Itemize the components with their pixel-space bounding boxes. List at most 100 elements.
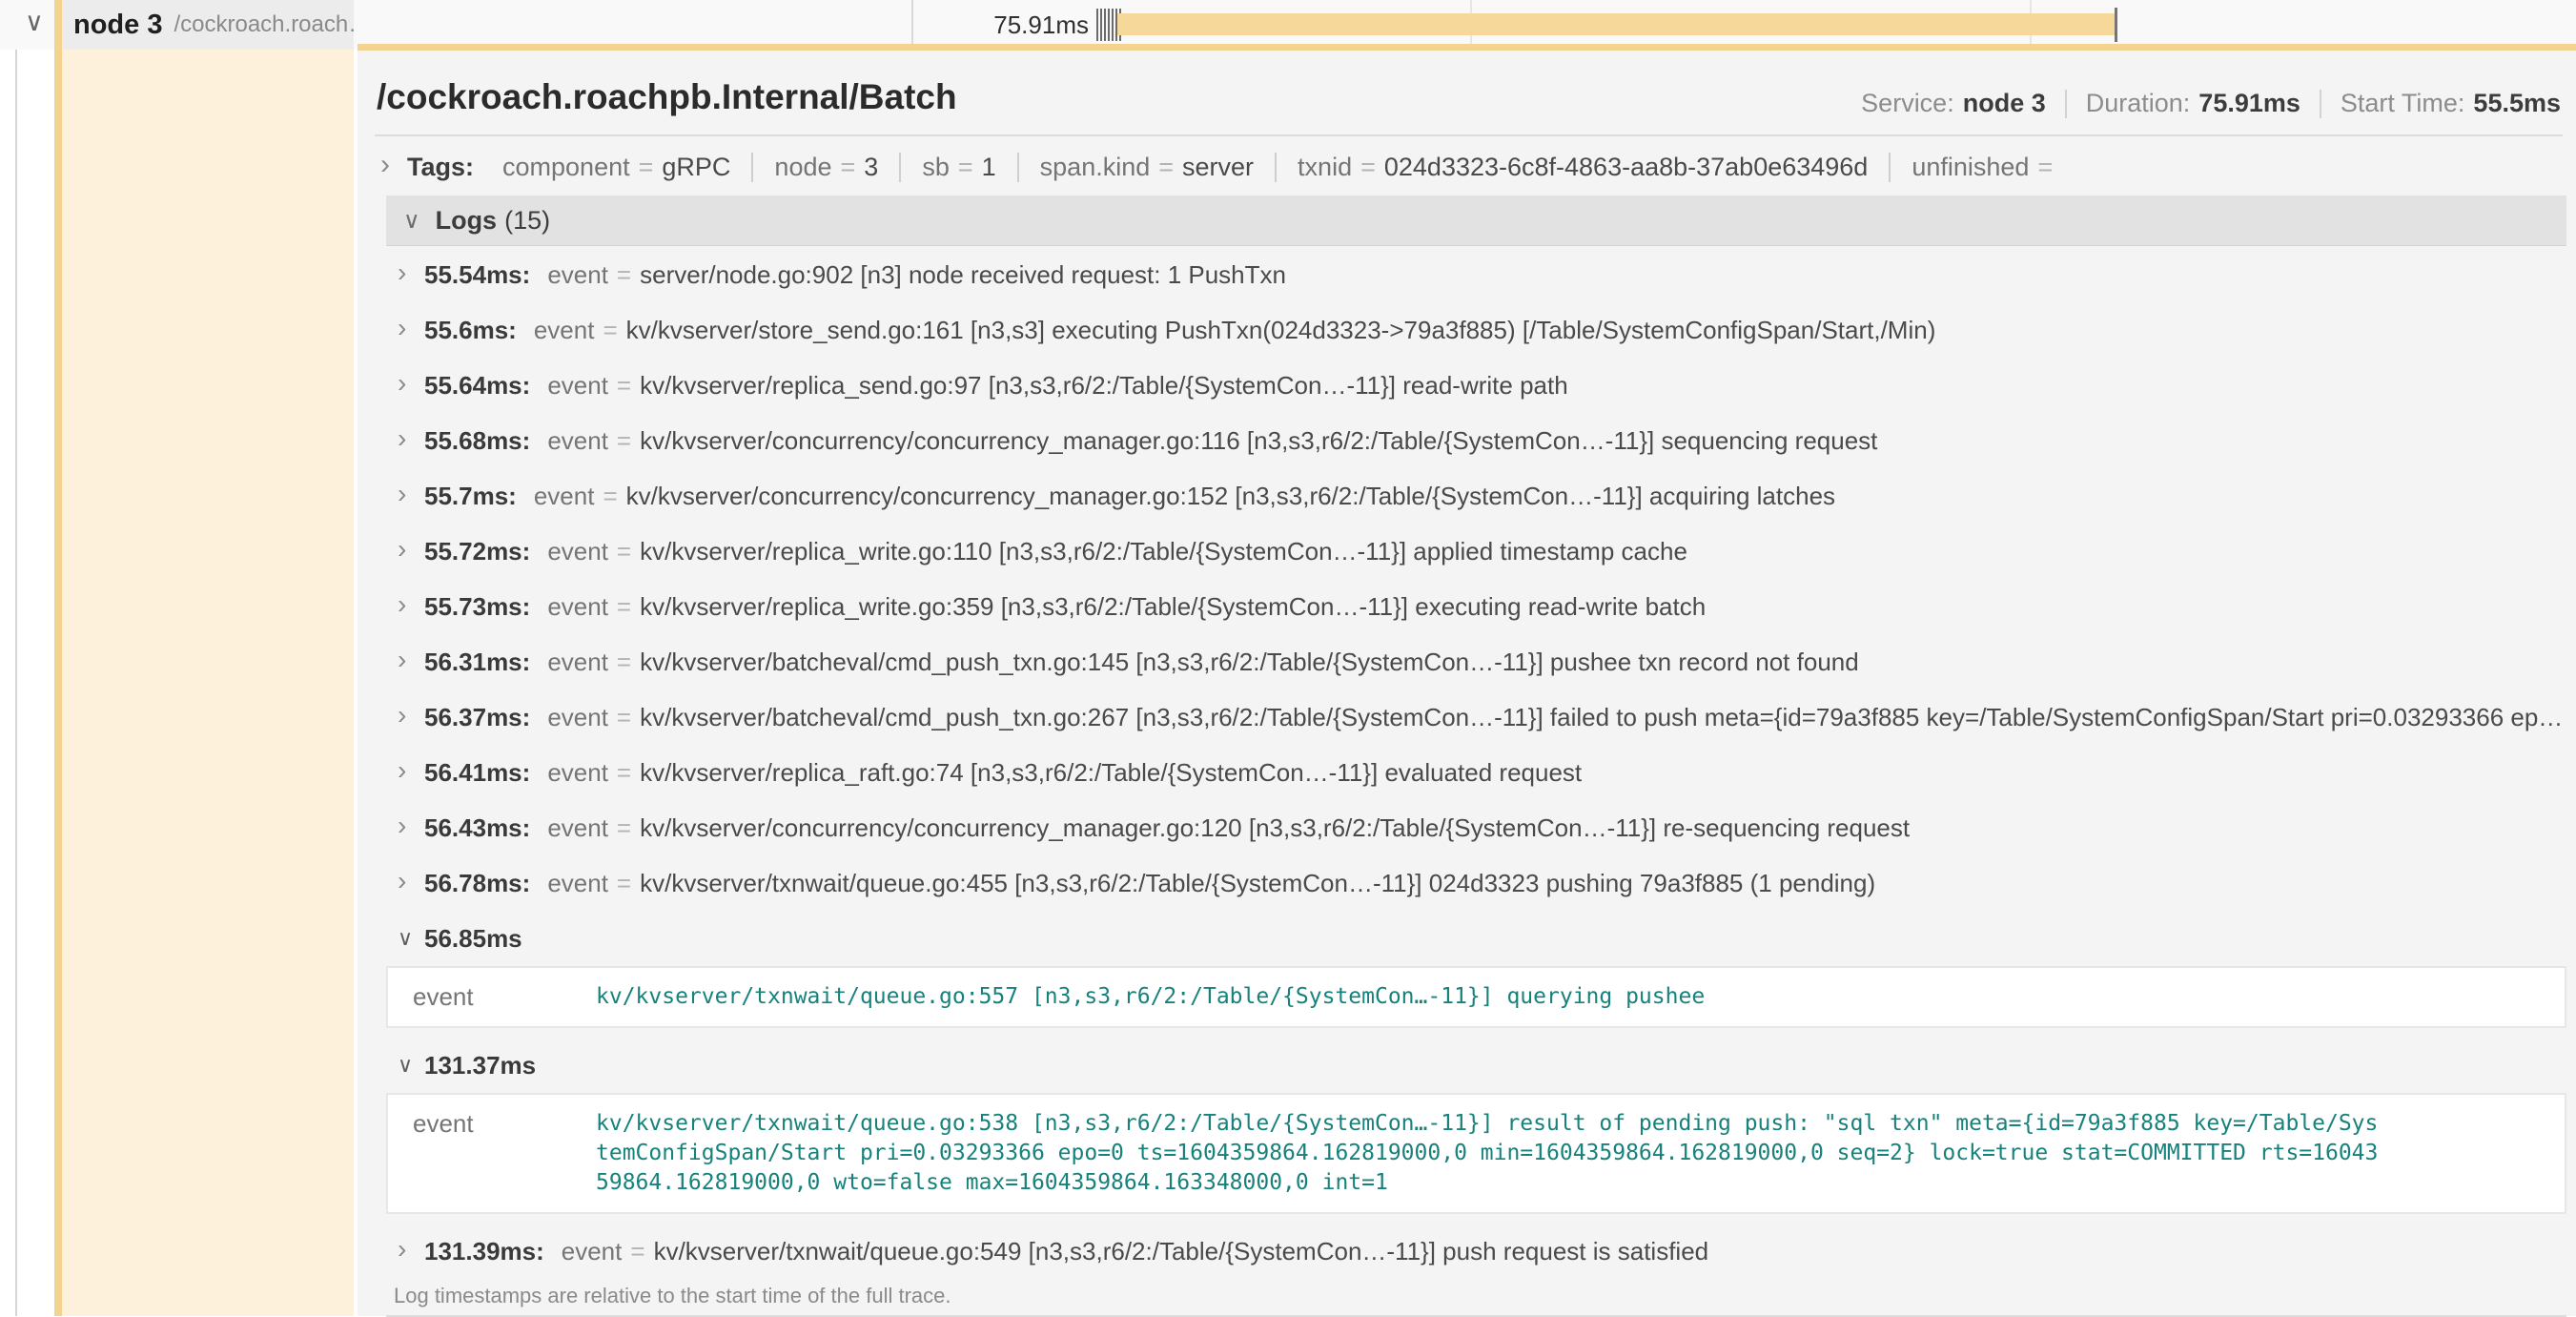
chevron-down-icon[interactable]: ∨ — [25, 8, 44, 37]
tag-item: component = gRPC — [481, 153, 751, 182]
log-row[interactable]: ›55.68ms:event=kv/kvserver/concurrency/c… — [386, 413, 2566, 468]
meta-separator — [2065, 90, 2067, 118]
log-timestamp: 131.37ms — [424, 1051, 536, 1080]
log-row-expanded-header[interactable]: ∨56.85ms — [386, 911, 2566, 966]
logs-count: (15) — [504, 206, 550, 236]
span-operation-name: /cockroach.roach… — [174, 11, 354, 38]
span-detail-title: /cockroach.roachpb.Internal/Batch — [377, 77, 957, 117]
log-timestamp: 55.6ms: — [424, 316, 517, 345]
log-equals: = — [630, 1237, 644, 1266]
log-row[interactable]: ›55.73ms:event=kv/kvserver/replica_write… — [386, 579, 2566, 634]
log-timestamp: 56.43ms: — [424, 813, 530, 843]
log-timestamp: 56.78ms: — [424, 869, 530, 898]
span-indent-guide — [54, 0, 62, 50]
log-timestamp: 55.72ms: — [424, 537, 530, 566]
log-row[interactable]: ›55.54ms: event = server/node.go:902 [n3] n… — [386, 247, 2566, 302]
tag-equals: = — [2037, 153, 2053, 182]
chevron-down-icon: ∨ — [398, 1053, 422, 1078]
tag-key: sb — [922, 153, 950, 182]
tag-equals: = — [841, 153, 856, 182]
tag-equals: = — [639, 153, 654, 182]
log-value-line: temConfigSpan/Start pri=0.03293366 epo=0… — [596, 1139, 2378, 1168]
log-timestamp: 55.7ms: — [424, 482, 517, 511]
tags-label: Tags: — [407, 153, 474, 182]
log-row[interactable]: ›56.37ms:event=kv/kvserver/batcheval/cmd… — [386, 689, 2566, 745]
log-message: kv/kvserver/concurrency/concurrency_mana… — [640, 426, 1877, 456]
span-end-tick — [2115, 8, 2117, 42]
tag-value: 3 — [864, 153, 878, 182]
log-row[interactable]: ›55.72ms:event=kv/kvserver/replica_write… — [386, 524, 2566, 579]
log-equals: = — [617, 371, 631, 401]
chevron-right-icon: › — [398, 257, 422, 288]
span-name-cell[interactable]: node 3 /cockroach.roach… — [62, 0, 354, 50]
log-row[interactable]: ›56.31ms:event=kv/kvserver/batcheval/cmd… — [386, 634, 2566, 689]
log-row[interactable]: ›56.78ms:event=kv/kvserver/txnwait/queue… — [386, 855, 2566, 911]
log-field-key: event — [534, 482, 595, 511]
log-equals: = — [617, 592, 631, 622]
log-equals: = — [617, 260, 631, 290]
chevron-right-icon: › — [398, 755, 422, 786]
logs-title: Logs — [436, 206, 498, 236]
chevron-right-icon: › — [398, 423, 422, 454]
chevron-right-icon: › — [398, 313, 422, 343]
tag-item: txnid=024d3323-6c8f-4863-aa8b-37ab0e6349… — [1275, 153, 1889, 182]
log-field-key: event — [547, 703, 608, 732]
log-field-key: event — [534, 316, 595, 345]
tag-key: component — [502, 153, 630, 182]
tag-key: node — [774, 153, 831, 182]
log-row[interactable]: ›55.7ms: event = kv/kvserver/concurrency/co… — [386, 468, 2566, 524]
log-field-key: event — [562, 1237, 623, 1266]
log-equals: = — [617, 426, 631, 456]
log-value-line: kv/kvserver/txnwait/queue.go:557 [n3,s3,… — [596, 982, 1705, 1012]
log-value-line: kv/kvserver/txnwait/queue.go:538 [n3,s3,… — [596, 1109, 2378, 1139]
tag-value: server — [1182, 153, 1254, 182]
log-timestamp: 55.73ms: — [424, 592, 530, 622]
log-timestamp: 56.37ms: — [424, 703, 530, 732]
log-timestamp: 55.68ms: — [424, 426, 530, 456]
log-row[interactable]: ›55.64ms:event=kv/kvserver/replica_send.… — [386, 358, 2566, 413]
tag-value: gRPC — [662, 153, 730, 182]
tag-equals: = — [1158, 153, 1174, 182]
log-row[interactable]: ›56.43ms:event=kv/kvserver/concurrency/c… — [386, 800, 2566, 855]
log-equals: = — [617, 758, 631, 788]
selected-span-column — [54, 50, 354, 1316]
log-message: kv/kvserver/batcheval/cmd_push_txn.go:14… — [640, 648, 1859, 677]
log-row[interactable]: ›56.41ms:event=kv/kvserver/replica_raft.… — [386, 745, 2566, 800]
chevron-right-icon: › — [398, 534, 422, 565]
duration-value: 75.91ms — [2198, 89, 2300, 118]
tag-item: unfinished= — [1889, 153, 2082, 182]
log-message: kv/kvserver/concurrency/concurrency_mana… — [626, 482, 1835, 511]
log-equals: = — [603, 316, 617, 345]
log-timestamp: 56.31ms: — [424, 648, 530, 677]
log-message: kv/kvserver/replica_write.go:110 [n3,s3,… — [640, 537, 1687, 566]
log-field-key: event — [547, 260, 608, 290]
log-field-key: event — [388, 1109, 596, 1198]
chevron-right-icon: › — [398, 1234, 422, 1265]
log-equals: = — [617, 813, 631, 843]
chevron-right-icon: › — [398, 479, 422, 509]
chevron-right-icon: › — [380, 149, 390, 181]
log-message: kv/kvserver/replica_write.go:359 [n3,s3,… — [640, 592, 1706, 622]
chevron-down-icon: ∨ — [403, 207, 420, 235]
tag-item: sb=1 — [899, 153, 1016, 182]
span-duration-bar[interactable] — [1117, 13, 2115, 35]
tag-key: span.kind — [1040, 153, 1151, 182]
span-meta: Service:node 3 Duration:75.91ms Start Ti… — [1861, 89, 2561, 118]
chevron-right-icon: › — [398, 866, 422, 896]
log-equals: = — [603, 482, 617, 511]
span-timeline-row[interactable]: ∨ node 3 /cockroach.roach… 75.91ms — [0, 0, 2576, 50]
log-message: server/node.go:902 [n3] node received re… — [640, 260, 1286, 290]
trace-viewer: { "colors": { "accent_tan": "#f3d38f", "… — [0, 0, 2576, 1316]
log-equals: = — [617, 703, 631, 732]
tags-section-toggle[interactable]: › Tags: component = gRPC node = 3 sb=1 span.kin… — [377, 142, 2082, 192]
log-row[interactable]: ›55.6ms:event=kv/kvserver/store_send.go:… — [386, 302, 2566, 358]
log-row-expanded-header[interactable]: ∨131.37ms — [386, 1038, 2566, 1093]
logs-section-toggle[interactable]: ∨ Logs (15) — [386, 195, 2566, 246]
log-row[interactable]: ›131.39ms:event=kv/kvserver/txnwait/queu… — [386, 1224, 2566, 1279]
tag-key: txnid — [1298, 153, 1352, 182]
log-equals: = — [617, 869, 631, 898]
tag-item: node = 3 — [751, 153, 899, 182]
log-field-key: event — [547, 813, 608, 843]
log-field-key: event — [547, 648, 608, 677]
log-timestamp: 55.54ms: — [424, 260, 530, 290]
